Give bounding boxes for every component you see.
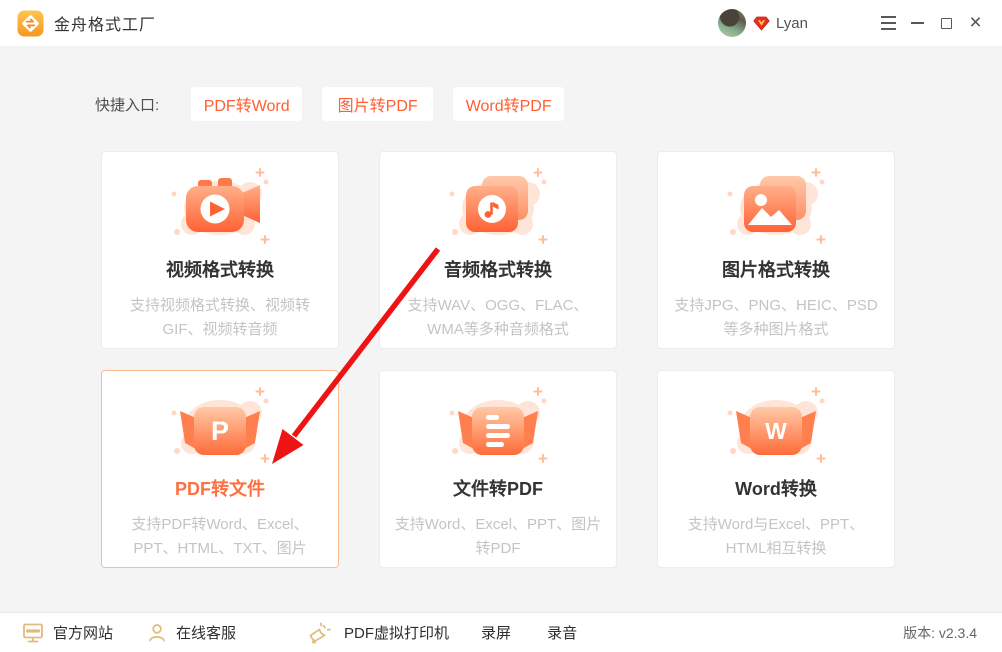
monitor-icon bbox=[21, 621, 45, 644]
card-image-convert[interactable]: 图片格式转换 支持JPG、PNG、HEIC、PSD等多种图片格式 bbox=[657, 151, 895, 349]
person-icon bbox=[146, 622, 168, 644]
quick-button-image-to-pdf[interactable]: 图片转PDF bbox=[322, 87, 433, 121]
card-description: 支持WAV、OGG、FLAC、WMA等多种音频格式 bbox=[392, 294, 604, 342]
version-label: 版本: v2.3.4 bbox=[903, 623, 977, 643]
footer-audio-record[interactable]: 录音 bbox=[547, 622, 577, 643]
card-title: 视频格式转换 bbox=[102, 256, 338, 282]
svg-text:P: P bbox=[211, 416, 229, 446]
footer-official-website[interactable]: 官方网站 bbox=[21, 621, 113, 644]
card-title: 图片格式转换 bbox=[658, 256, 894, 282]
card-audio-convert[interactable]: 音频格式转换 支持WAV、OGG、FLAC、WMA等多种音频格式 bbox=[379, 151, 617, 349]
audio-folder-icon bbox=[380, 166, 616, 250]
feature-card-grid: 视频格式转换 支持视频格式转换、视频转GIF、视频转音频 bbox=[101, 151, 895, 568]
window-controls: × bbox=[874, 8, 990, 38]
card-title: 音频格式转换 bbox=[380, 256, 616, 282]
footer-item-label: PDF虚拟打印机 bbox=[344, 622, 449, 643]
document-lines-box-icon bbox=[380, 385, 616, 469]
minimize-icon[interactable] bbox=[903, 8, 932, 38]
maximize-icon[interactable] bbox=[932, 8, 961, 38]
card-description: 支持视频格式转换、视频转GIF、视频转音频 bbox=[114, 294, 326, 342]
footer-item-label: 在线客服 bbox=[176, 622, 236, 643]
title-bar: 金舟格式工厂 Lyan × bbox=[0, 0, 1002, 46]
pdf-letter-box-icon: P bbox=[102, 385, 338, 469]
footer-screen-record[interactable]: 录屏 bbox=[481, 622, 511, 643]
card-description: 支持Word、Excel、PPT、图片转PDF bbox=[392, 513, 604, 561]
card-pdf-to-file[interactable]: P PDF转文件 支持PDF转Word、Excel、PPT、HTML、TXT、图… bbox=[101, 370, 339, 568]
card-description: 支持Word与Excel、PPT、HTML相互转换 bbox=[670, 513, 882, 561]
card-file-to-pdf[interactable]: 文件转PDF 支持Word、Excel、PPT、图片转PDF bbox=[379, 370, 617, 568]
app-title: 金舟格式工厂 bbox=[54, 11, 156, 35]
card-title: Word转换 bbox=[658, 475, 894, 501]
footer-item-label: 录音 bbox=[547, 622, 577, 643]
close-icon[interactable]: × bbox=[961, 8, 990, 38]
main-area: 快捷入口: PDF转Word 图片转PDF Word转PDF bbox=[0, 46, 1002, 612]
app-logo-icon bbox=[17, 10, 44, 37]
card-title: 文件转PDF bbox=[380, 475, 616, 501]
svg-text:W: W bbox=[765, 418, 787, 444]
card-title: PDF转文件 bbox=[102, 475, 338, 501]
image-photo-icon bbox=[658, 166, 894, 250]
card-word-convert[interactable]: W Word转换 支持Word与Excel、PPT、HTML相互转换 bbox=[657, 370, 895, 568]
footer-bar: 官方网站 在线客服 PDF虚拟打印机 录屏 bbox=[0, 612, 1002, 652]
quick-entry-label: 快捷入口: bbox=[95, 94, 159, 115]
app-window: 金舟格式工厂 Lyan × 快捷入口: PDF转Word 图片转PDF bbox=[0, 0, 1002, 652]
video-camera-icon bbox=[102, 166, 338, 250]
footer-item-label: 录屏 bbox=[481, 622, 511, 643]
menu-icon[interactable] bbox=[874, 8, 903, 38]
quick-entry-row: 快捷入口: PDF转Word 图片转PDF Word转PDF bbox=[95, 87, 584, 121]
footer-item-label: 官方网站 bbox=[53, 622, 113, 643]
user-avatar[interactable] bbox=[718, 9, 746, 37]
card-video-convert[interactable]: 视频格式转换 支持视频格式转换、视频转GIF、视频转音频 bbox=[101, 151, 339, 349]
vip-badge-icon bbox=[753, 16, 770, 31]
footer-online-support[interactable]: 在线客服 bbox=[146, 622, 236, 644]
megaphone-icon bbox=[306, 621, 331, 645]
footer-pdf-virtual-printer[interactable]: PDF虚拟打印机 bbox=[306, 621, 449, 645]
word-letter-box-icon: W bbox=[658, 385, 894, 469]
quick-button-word-to-pdf[interactable]: Word转PDF bbox=[453, 87, 564, 121]
user-name[interactable]: Lyan bbox=[776, 15, 808, 32]
card-description: 支持JPG、PNG、HEIC、PSD等多种图片格式 bbox=[670, 294, 882, 342]
card-description: 支持PDF转Word、Excel、PPT、HTML、TXT、图片 bbox=[114, 513, 326, 561]
quick-button-pdf-to-word[interactable]: PDF转Word bbox=[191, 87, 302, 121]
